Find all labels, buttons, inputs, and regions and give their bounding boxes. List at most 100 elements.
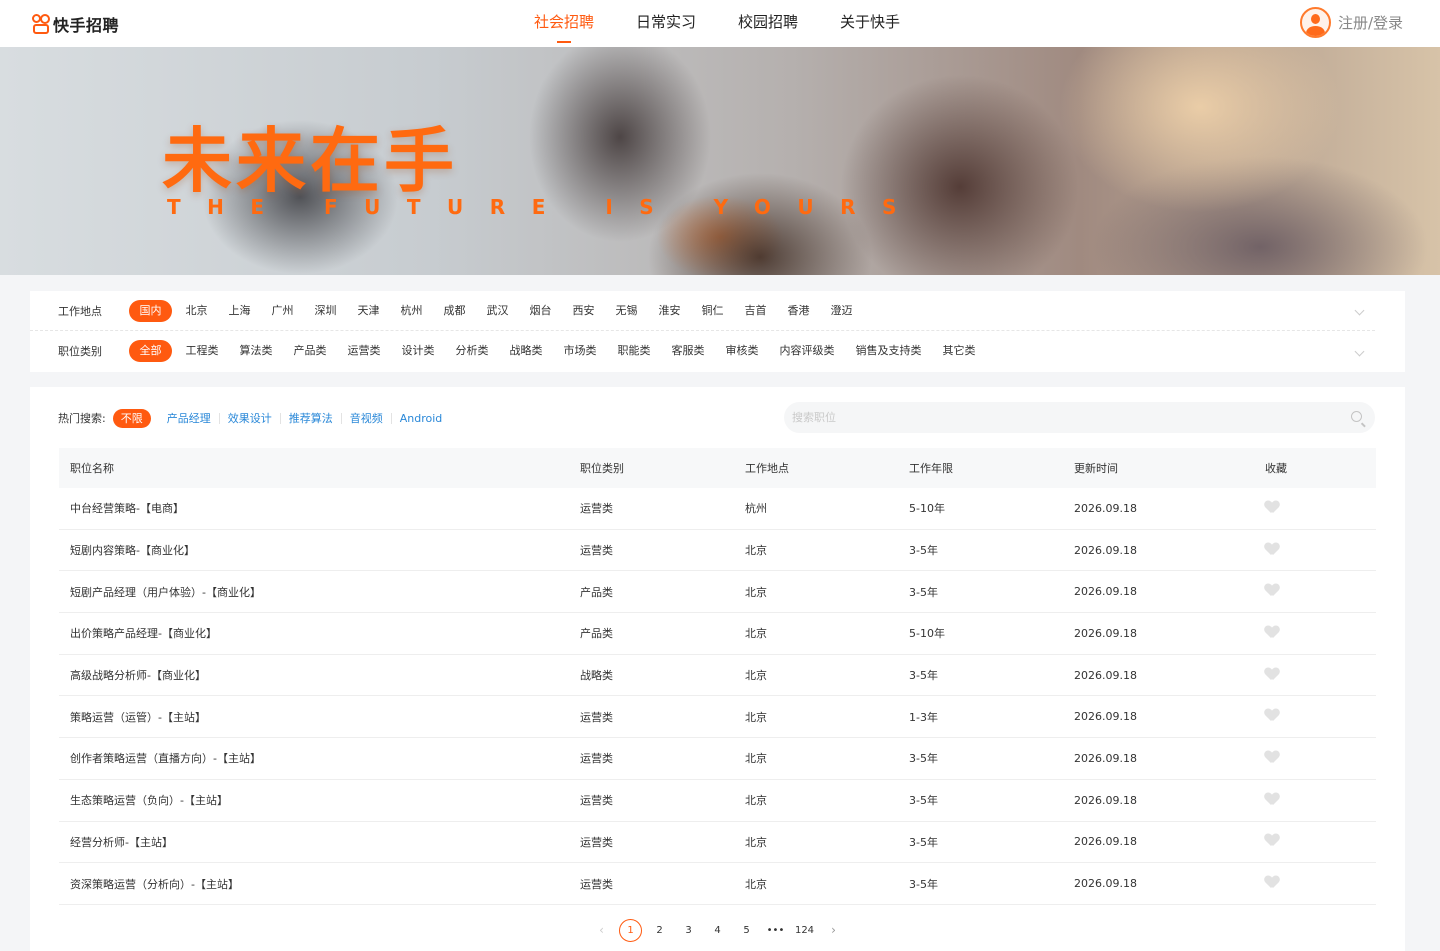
heart-icon[interactable] [1265, 501, 1279, 513]
favorite-cell [1265, 709, 1375, 724]
job-category-cell: 运营类 [580, 877, 613, 891]
category-chip[interactable]: 运营类 [337, 340, 391, 362]
category-chip[interactable]: 客服类 [661, 340, 715, 362]
job-title-cell[interactable]: 资深策略运营（分析向）-【主站】 [59, 876, 580, 892]
table-row[interactable]: 出价策略产品经理-【商业化】 产品类 北京 5-10年 2026.09.18 [59, 613, 1376, 655]
page-number[interactable]: 2 [645, 925, 674, 936]
job-title-cell[interactable]: 高级战略分析师-【商业化】 [59, 667, 580, 683]
heart-icon[interactable] [1265, 584, 1279, 596]
search-input[interactable] [784, 402, 1324, 433]
page-ellipsis[interactable]: ••• [761, 925, 790, 936]
heart-icon[interactable] [1265, 626, 1279, 638]
table-row[interactable]: 创作者策略运营（直播方向）-【主站】 运营类 北京 3-5年 2026.09.18 [59, 738, 1376, 780]
category-chip[interactable]: 职能类 [607, 340, 661, 362]
job-updated-cell: 2026.09.18 [1074, 835, 1137, 849]
location-chip[interactable]: 北京 [175, 300, 218, 322]
job-title-cell[interactable]: 出价策略产品经理-【商业化】 [59, 625, 580, 641]
banner-subtitle: THE FUTURE IS YOURS [167, 195, 923, 219]
hot-search-link[interactable]: 推荐算法 [279, 412, 341, 424]
location-chip[interactable]: 淮安 [648, 300, 691, 322]
location-chip[interactable]: 无锡 [605, 300, 648, 322]
category-chip[interactable]: 产品类 [283, 340, 337, 362]
page-number[interactable]: 4 [703, 925, 732, 936]
page-number[interactable]: 1 [619, 918, 642, 942]
login-link[interactable]: 注册/登录 [1338, 12, 1403, 33]
heart-icon[interactable] [1265, 751, 1279, 763]
location-chip[interactable]: 杭州 [390, 300, 433, 322]
category-chip[interactable]: 分析类 [445, 340, 499, 362]
job-title-cell[interactable]: 生态策略运营（负向）-【主站】 [59, 792, 580, 808]
heart-icon[interactable] [1265, 543, 1279, 555]
job-title-cell[interactable]: 中台经营策略-【电商】 [59, 500, 580, 516]
heart-icon[interactable] [1265, 876, 1279, 888]
category-chip[interactable]: 设计类 [391, 340, 445, 362]
hot-search-link[interactable]: 产品经理 [159, 413, 219, 424]
logo[interactable]: 快手招聘 [32, 12, 119, 36]
category-chip[interactable]: 算法类 [229, 340, 283, 362]
favorite-cell [1265, 501, 1375, 516]
location-chip[interactable]: 香港 [777, 300, 820, 322]
category-chip[interactable]: 市场类 [553, 340, 607, 362]
hot-search-link[interactable]: 效果设计 [218, 412, 280, 424]
expand-locations-icon[interactable] [1354, 305, 1365, 316]
user-login[interactable]: 注册/登录 [1299, 7, 1403, 38]
job-location-cell: 北京 [745, 585, 767, 599]
nav-internship[interactable]: 日常实习 [636, 0, 696, 47]
table-row[interactable]: 经营分析师-【主站】 运营类 北京 3-5年 2026.09.18 [59, 822, 1376, 864]
job-updated-cell: 2026.09.18 [1074, 668, 1137, 682]
job-title-cell[interactable]: 经营分析师-【主站】 [59, 834, 580, 850]
location-chip[interactable]: 广州 [261, 300, 304, 322]
location-chips: 国内 北京 上海 广州 深圳 天津 杭州 成都 武汉 烟台 西安 无锡 淮安 铜仁 吉首 香港 澄迈 [129, 299, 863, 322]
heart-icon[interactable] [1265, 709, 1279, 721]
category-chip[interactable]: 销售及支持类 [845, 340, 932, 362]
table-row[interactable]: 生态策略运营（负向）-【主站】 运营类 北京 3-5年 2026.09.18 [59, 780, 1376, 822]
table-row[interactable]: 策略运营（运管）-【主站】 运营类 北京 1-3年 2026.09.18 [59, 696, 1376, 739]
job-title-cell[interactable]: 策略运营（运管）-【主站】 [59, 709, 580, 725]
hot-search-link[interactable]: Android [390, 412, 451, 424]
table-row[interactable]: 短剧产品经理（用户体验）-【商业化】 产品类 北京 3-5年 2026.09.18 [59, 571, 1376, 614]
location-chip[interactable]: 国内 [129, 299, 172, 322]
location-chip[interactable]: 上海 [218, 300, 261, 322]
location-chip[interactable]: 成都 [433, 300, 476, 322]
category-chip[interactable]: 全部 [129, 340, 172, 362]
page-number-last[interactable]: 124 [790, 925, 819, 936]
hot-search-link[interactable]: 音视频 [340, 412, 391, 424]
job-title-cell[interactable]: 短剧内容策略-【商业化】 [59, 542, 580, 558]
table-row[interactable]: 高级战略分析师-【商业化】 战略类 北京 3-5年 2026.09.18 [59, 655, 1376, 697]
location-chip[interactable]: 武汉 [476, 300, 519, 322]
page-number[interactable]: 5 [732, 925, 761, 936]
job-location-cell: 北京 [745, 794, 767, 808]
location-chip[interactable]: 澄迈 [820, 300, 863, 322]
job-title-cell[interactable]: 短剧产品经理（用户体验）-【商业化】 [59, 584, 580, 600]
nav-campus[interactable]: 校园招聘 [738, 0, 798, 47]
location-chip[interactable]: 吉首 [734, 300, 777, 322]
table-row[interactable]: 中台经营策略-【电商】 运营类 杭州 5-10年 2026.09.18 [59, 488, 1376, 530]
page-number[interactable]: 3 [674, 925, 703, 936]
expand-categories-icon[interactable] [1354, 346, 1365, 356]
location-chip[interactable]: 铜仁 [691, 300, 734, 322]
category-chip[interactable]: 审核类 [715, 340, 769, 362]
job-location-cell: 杭州 [745, 502, 767, 516]
location-chip[interactable]: 深圳 [304, 300, 347, 322]
location-chip[interactable]: 西安 [562, 300, 605, 322]
avatar-icon[interactable] [1299, 7, 1331, 38]
nav-social-recruit[interactable]: 社会招聘 [534, 0, 594, 47]
category-chip[interactable]: 其它类 [932, 340, 986, 362]
location-chip[interactable]: 烟台 [519, 300, 562, 322]
category-chip[interactable]: 内容评级类 [769, 340, 845, 362]
category-chip[interactable]: 工程类 [175, 340, 229, 362]
category-chip[interactable]: 战略类 [499, 340, 553, 362]
search-icon[interactable] [1351, 411, 1362, 422]
hot-search-all-chip[interactable]: 不限 [112, 408, 151, 428]
job-title-cell[interactable]: 创作者策略运营（直播方向）-【主站】 [59, 750, 580, 766]
location-chip[interactable]: 天津 [347, 300, 390, 322]
col-updated: 更新时间 [1074, 462, 1118, 475]
table-row[interactable]: 资深策略运营（分析向）-【主站】 运营类 北京 3-5年 2026.09.18 [59, 863, 1376, 905]
heart-icon[interactable] [1265, 668, 1279, 680]
heart-icon[interactable] [1265, 793, 1279, 805]
prev-page-button[interactable]: ‹ [587, 923, 616, 937]
heart-icon[interactable] [1265, 834, 1279, 846]
nav-about[interactable]: 关于快手 [840, 0, 900, 47]
next-page-button[interactable]: › [819, 923, 848, 937]
table-row[interactable]: 短剧内容策略-【商业化】 运营类 北京 3-5年 2026.09.18 [59, 530, 1376, 572]
